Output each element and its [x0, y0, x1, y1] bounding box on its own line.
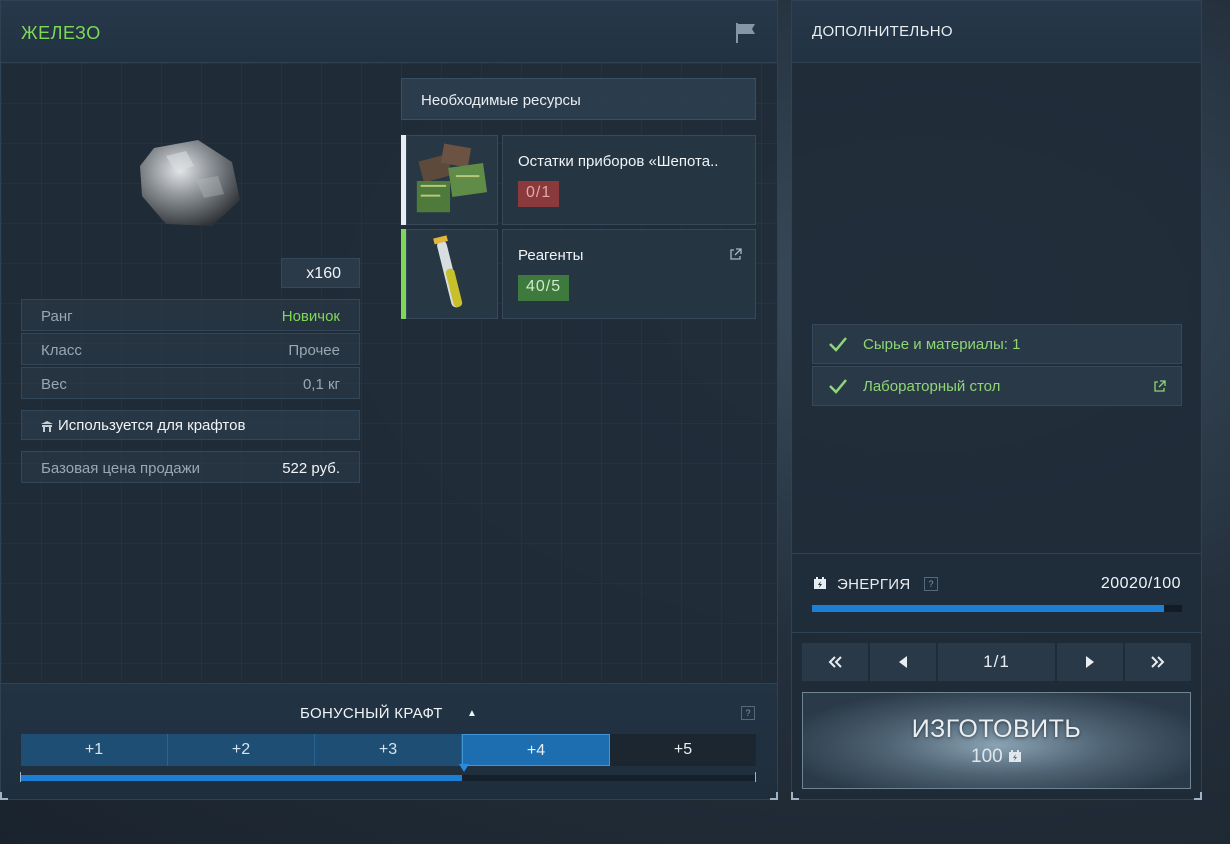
energy-bar — [812, 605, 1182, 612]
bonus-tab-5[interactable]: +5 — [610, 734, 756, 766]
resource-name: Реагенты — [518, 247, 584, 264]
item-header: ЖЕЛЕЗО — [1, 1, 777, 63]
first-page-button[interactable] — [802, 643, 868, 681]
craft-usage-text: Используется для крафтов — [58, 417, 246, 434]
resource-info: Реагенты 40/5 — [502, 229, 756, 319]
craft-cost-value: 100 — [971, 746, 1003, 767]
extra-title: ДОПОЛНИТЕЛЬНО — [812, 23, 953, 40]
extra-panel: ДОПОЛНИТЕЛЬНО Сырье и материалы: 1 Лабор… — [791, 0, 1202, 800]
stat-row-rank: Ранг Новичок — [21, 299, 360, 331]
prev-page-icon — [899, 656, 907, 668]
resource-count: 40/5 — [518, 275, 570, 301]
energy-value: 20020/100 — [1100, 575, 1181, 592]
bonus-tab-2[interactable]: +2 — [168, 734, 315, 766]
page-indicator: 1/1 — [938, 643, 1055, 681]
last-page-icon — [1151, 656, 1165, 668]
bonus-tab-1[interactable]: +1 — [21, 734, 168, 766]
craft-button[interactable]: ИЗГОТОВИТЬ 100 — [802, 692, 1191, 789]
requirement-item: Сырье и материалы: 1 — [812, 324, 1182, 364]
chevron-up-icon[interactable]: ▲ — [467, 708, 477, 719]
stat-value: Новичок — [281, 308, 340, 325]
reagent-tube-image — [406, 229, 498, 319]
item-title: ЖЕЛЕЗО — [21, 23, 101, 43]
bonus-marker-icon — [459, 764, 469, 772]
external-link-icon[interactable] — [1153, 380, 1166, 393]
stat-label: Вес — [41, 376, 67, 393]
resource-item[interactable]: Реагенты 40/5 — [401, 229, 756, 319]
iron-item-image — [140, 140, 240, 226]
item-quantity: x160 — [281, 258, 360, 288]
stat-row-weight: Вес 0,1 кг — [21, 367, 360, 399]
energy-icon — [1008, 750, 1021, 762]
bonus-tab-4[interactable]: +4 — [462, 734, 610, 766]
bonus-tabs: +1 +2 +3 +4 +5 — [21, 734, 756, 766]
requirement-text: Сырье и материалы: 1 — [863, 336, 1021, 353]
stat-label: Класс — [41, 342, 82, 359]
flag-icon[interactable] — [735, 22, 757, 44]
help-icon[interactable]: ? — [741, 706, 755, 720]
resource-info: Остатки приборов «Шепота.. 0/1 — [502, 135, 756, 225]
stat-row-price: Базовая цена продажи 522 руб. — [21, 451, 360, 483]
resource-name: Остатки приборов «Шепота.. — [518, 153, 719, 170]
craft-usage-note: Используется для крафтов — [21, 410, 360, 440]
external-link-icon[interactable] — [729, 248, 742, 261]
bonus-tab-3[interactable]: +3 — [315, 734, 462, 766]
craft-button-label: ИЗГОТОВИТЬ — [911, 715, 1082, 743]
last-page-button[interactable] — [1125, 643, 1191, 681]
first-page-icon — [828, 656, 842, 668]
energy-label: ЭНЕРГИЯ — [837, 576, 911, 593]
corner-mark — [1194, 792, 1202, 800]
stat-value: Прочее — [288, 342, 340, 359]
item-panel: ЖЕЛЕЗО x160 Ранг Новичок Класс Прочее Ве… — [0, 0, 778, 800]
resource-count: 0/1 — [518, 181, 560, 207]
progress-tick — [755, 772, 756, 782]
corner-mark — [0, 792, 8, 800]
resource-item[interactable]: Остатки приборов «Шепота.. 0/1 — [401, 135, 756, 225]
workbench-icon — [41, 421, 53, 432]
help-icon[interactable]: ? — [924, 577, 938, 591]
bonus-progress-fill — [21, 775, 462, 781]
check-icon — [829, 379, 847, 394]
device-scraps-image — [406, 135, 498, 225]
bonus-craft-title[interactable]: БОНУСНЫЙ КРАФТ — [300, 705, 443, 722]
next-page-icon — [1086, 656, 1094, 668]
extra-header: ДОПОЛНИТЕЛЬНО — [792, 1, 1201, 63]
requirement-text: Лабораторный стол — [863, 378, 1001, 395]
corner-mark — [770, 792, 778, 800]
energy-icon — [814, 577, 826, 589]
energy-bar-fill — [812, 605, 1164, 612]
prev-page-button[interactable] — [870, 643, 936, 681]
stat-value: 0,1 кг — [302, 376, 340, 393]
energy-block: ЭНЕРГИЯ ? 20020/100 — [792, 553, 1201, 633]
price-value: 522 руб. — [282, 460, 340, 477]
stat-label: Ранг — [41, 308, 73, 325]
next-page-button[interactable] — [1057, 643, 1123, 681]
price-label: Базовая цена продажи — [41, 460, 201, 477]
bonus-progress — [21, 775, 756, 781]
pager: 1/1 — [802, 643, 1191, 681]
corner-mark — [791, 792, 799, 800]
resources-title: Необходимые ресурсы — [421, 92, 581, 109]
resources-header: Необходимые ресурсы — [401, 78, 756, 120]
check-icon — [829, 337, 847, 352]
stat-row-class: Класс Прочее — [21, 333, 360, 365]
bonus-craft: БОНУСНЫЙ КРАФТ ▲ ? +1 +2 +3 +4 +5 — [1, 683, 777, 799]
progress-tick — [20, 772, 21, 782]
requirement-item[interactable]: Лабораторный стол — [812, 366, 1182, 406]
craft-cost: 100 — [803, 746, 1190, 768]
